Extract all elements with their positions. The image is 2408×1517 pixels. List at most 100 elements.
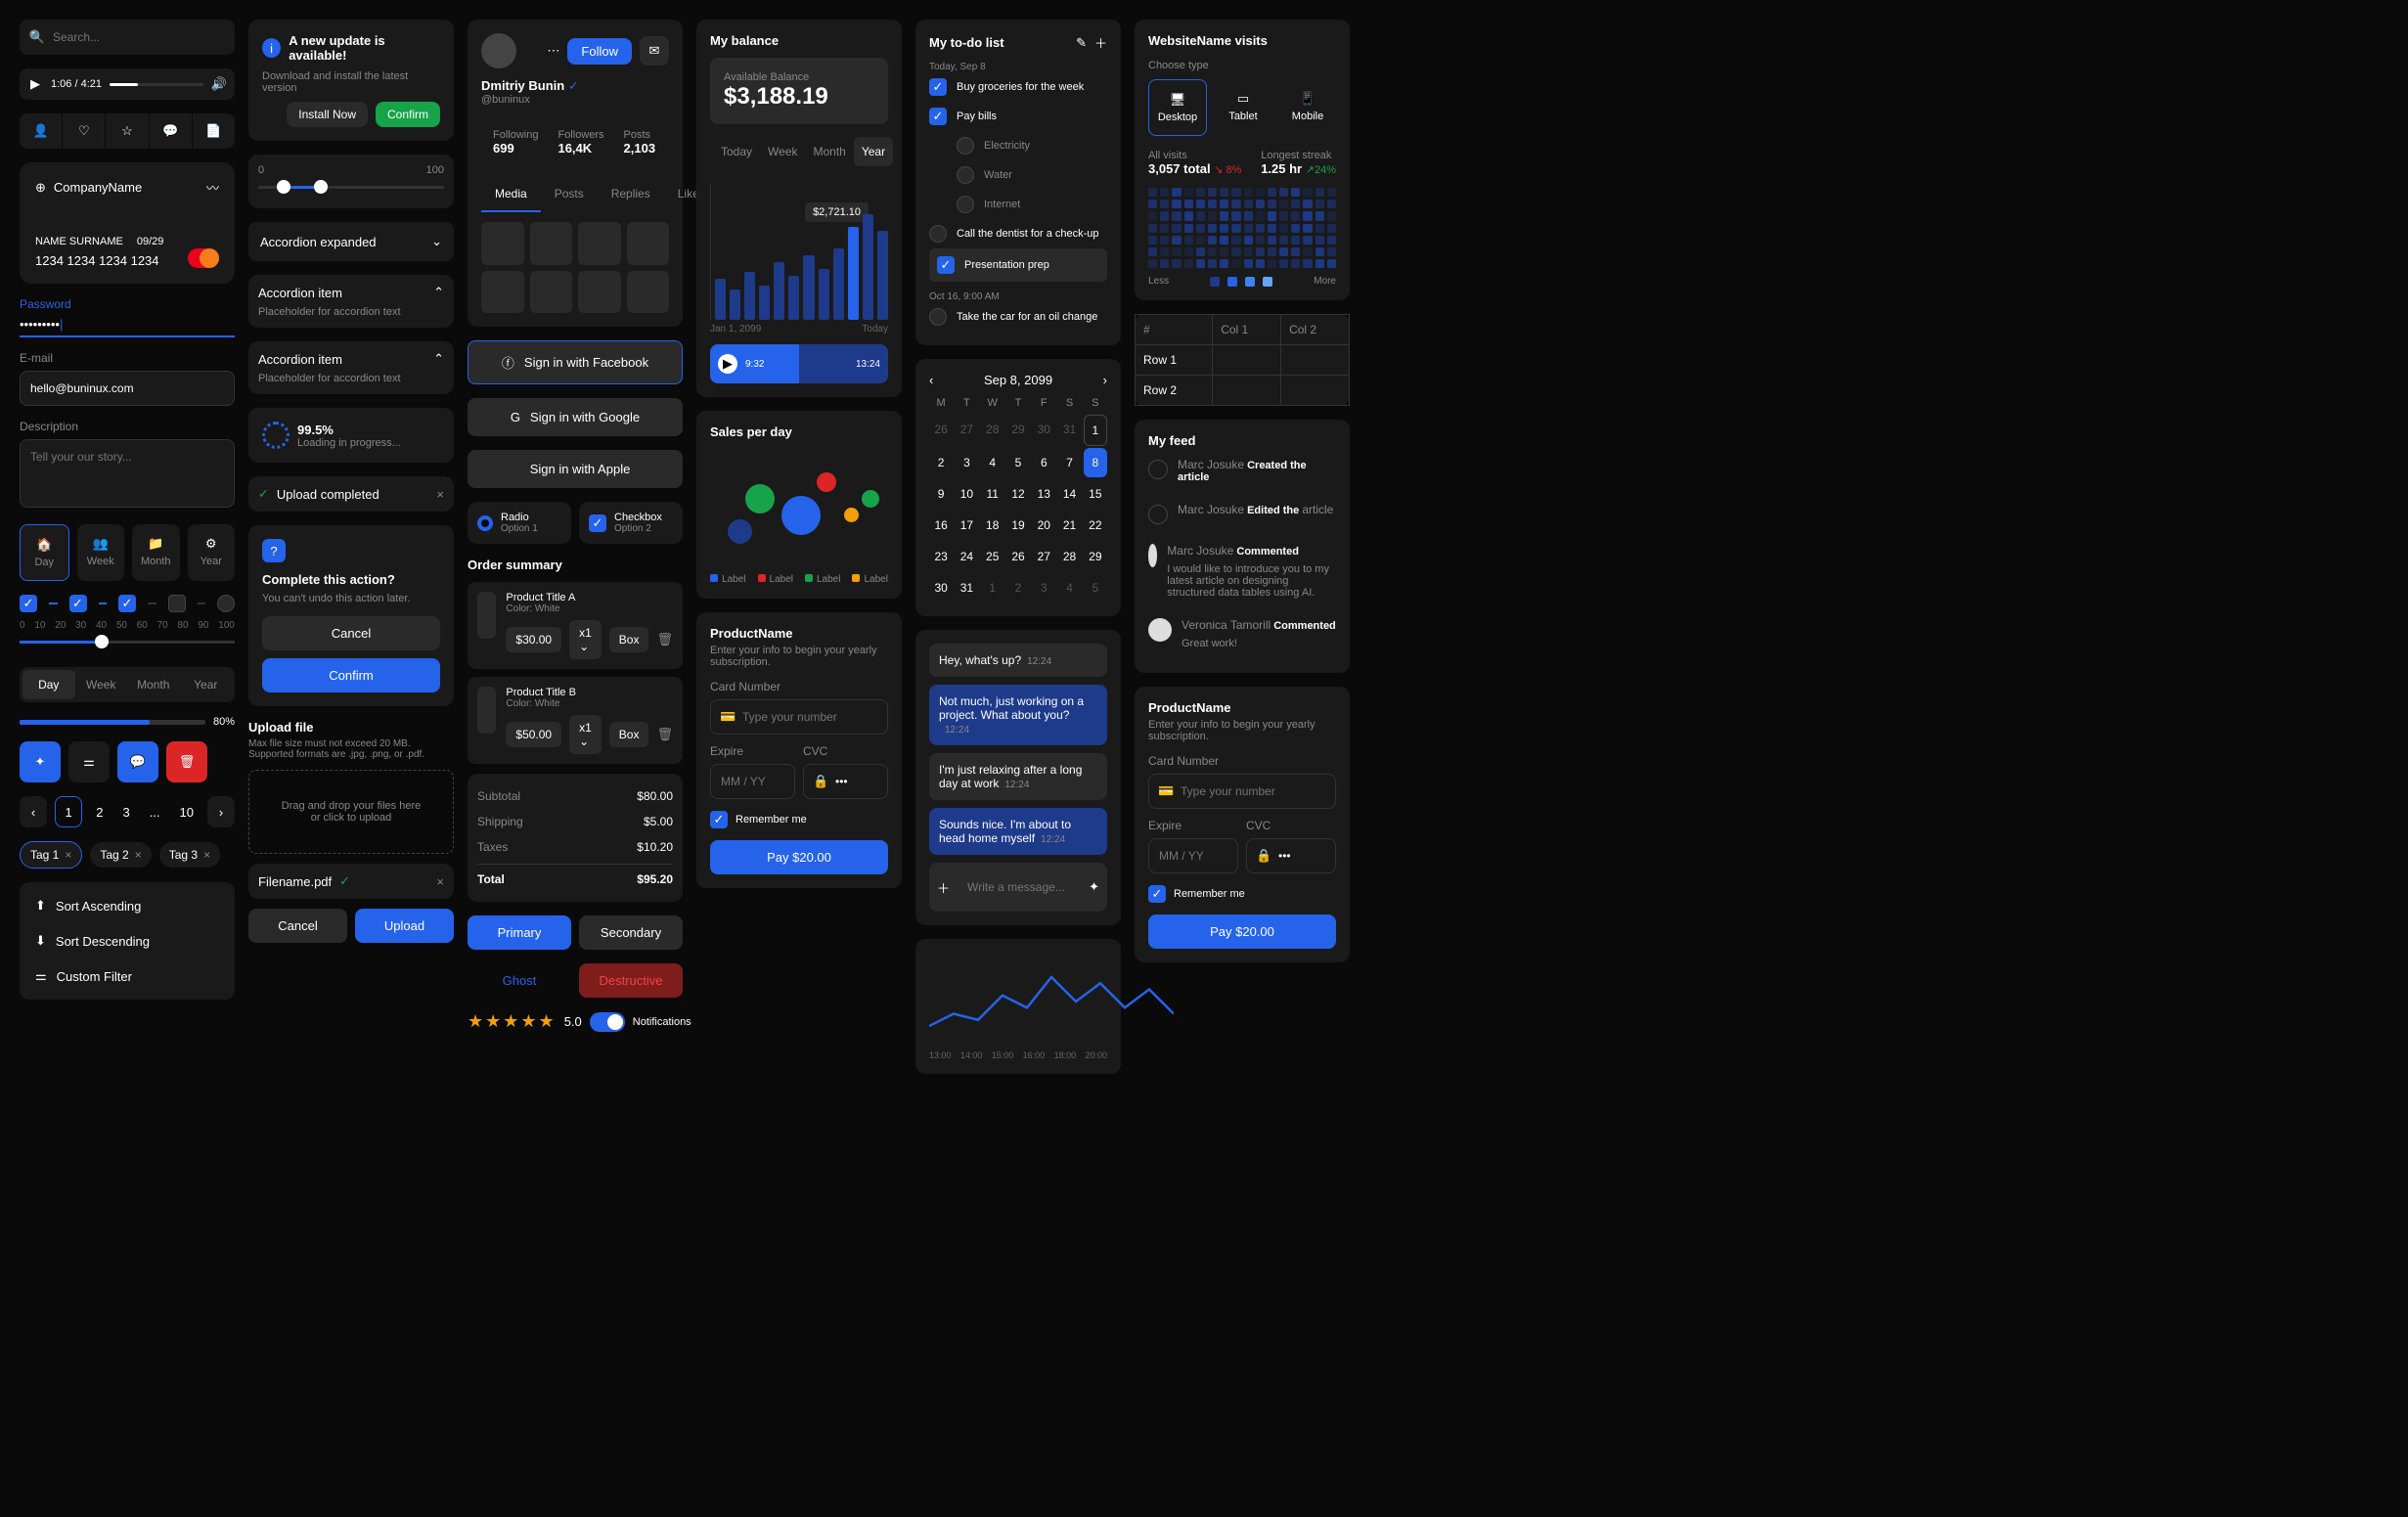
tag-2[interactable]: Tag 2× [90, 842, 151, 868]
sparkle-button[interactable]: ✦ [20, 741, 61, 782]
audio-wave[interactable]: ▶ 9:32 13:24 [710, 344, 888, 383]
card-input[interactable] [1148, 774, 1336, 809]
seg-week[interactable]: Week [75, 670, 128, 699]
qty-select[interactable]: x1 ⌄ [569, 620, 602, 659]
play-icon[interactable]: ▶ [27, 76, 43, 92]
more-icon[interactable]: ⋯ [547, 43, 559, 59]
page-10[interactable]: 10 [174, 805, 200, 820]
pay-button[interactable]: Pay $20.00 [1148, 915, 1336, 949]
message-input[interactable] [958, 870, 1081, 904]
tab-replies[interactable]: Replies [598, 177, 664, 212]
search-input[interactable] [53, 30, 225, 44]
tab-media[interactable]: Media [481, 177, 541, 212]
search-box[interactable]: 🔍 [20, 20, 235, 55]
star-rating[interactable]: ★★★★★ [468, 1011, 557, 1032]
page-1[interactable]: 1 [55, 796, 82, 827]
media-thumb[interactable] [481, 222, 524, 265]
tab-posts[interactable]: Posts [541, 177, 598, 212]
volume-icon[interactable]: 🔊 [211, 76, 227, 92]
cal-next[interactable]: › [1103, 373, 1107, 387]
mail-icon[interactable]: ✉ [640, 36, 669, 66]
close-icon[interactable]: × [203, 848, 210, 862]
tab-year[interactable]: ⚙Year [188, 524, 236, 581]
todo-check[interactable]: ✓ [929, 78, 947, 96]
pay-button[interactable]: Pay $20.00 [710, 840, 888, 874]
accordion-expanded[interactable]: Accordion expanded⌄ [248, 222, 454, 261]
page-2[interactable]: 2 [90, 805, 109, 820]
close-icon[interactable]: × [65, 848, 71, 862]
close-icon[interactable]: × [436, 874, 444, 889]
add-icon[interactable]: ＋ [1094, 33, 1107, 52]
checkbox-1[interactable]: ✓ [20, 595, 37, 612]
signin-google[interactable]: GSign in with Google [468, 398, 683, 436]
accordion-item-2[interactable]: Accordion item⌃ Placeholder for accordio… [248, 341, 454, 394]
play-icon[interactable]: ▶ [718, 354, 737, 374]
remember-checkbox[interactable]: ✓ [710, 811, 728, 828]
install-button[interactable]: Install Now [287, 102, 368, 127]
user-icon[interactable]: 👤 [20, 113, 63, 149]
next-page[interactable]: › [207, 796, 235, 827]
seg-day[interactable]: Day [22, 670, 75, 699]
tab-month[interactable]: 📁Month [132, 524, 180, 581]
secondary-button[interactable]: Secondary [579, 915, 683, 950]
radio-option[interactable]: RadioOption 1 [468, 502, 571, 544]
page-3[interactable]: 3 [116, 805, 135, 820]
upload-submit[interactable]: Upload [355, 909, 454, 943]
remember-checkbox[interactable]: ✓ [1148, 885, 1166, 903]
prev-page[interactable]: ‹ [20, 796, 47, 827]
close-icon[interactable]: × [135, 848, 142, 862]
sort-asc[interactable]: ⬆Sort Ascending [25, 888, 229, 923]
device-mobile[interactable]: 📱Mobile [1279, 79, 1336, 136]
upload-dropzone[interactable]: Drag and drop your files hereor click to… [248, 770, 454, 854]
delete-button[interactable]: 🗑 [166, 741, 207, 782]
tag-3[interactable]: Tag 3× [159, 842, 220, 868]
player-progress[interactable] [110, 83, 203, 86]
notifications-toggle[interactable] [590, 1012, 625, 1032]
seg-year[interactable]: Year [180, 670, 233, 699]
trash-icon[interactable]: 🗑 [656, 727, 673, 742]
primary-button[interactable]: Primary [468, 915, 571, 950]
chat-icon[interactable]: 💬 [150, 113, 193, 149]
expire-input[interactable] [710, 764, 795, 799]
email-input[interactable] [20, 371, 235, 406]
seg-today[interactable]: Today [713, 137, 760, 166]
checkbox-2[interactable]: ✓ [69, 595, 87, 612]
device-desktop[interactable]: 🖥Desktop [1148, 79, 1207, 136]
seg-year[interactable]: Year [854, 137, 893, 166]
tab-day[interactable]: 🏠Day [20, 524, 69, 581]
accordion-item[interactable]: Accordion item⌃ Placeholder for accordio… [248, 275, 454, 328]
edit-icon[interactable]: ✎ [1076, 35, 1087, 51]
filter-button[interactable]: ⚌ [68, 741, 110, 782]
seg-month[interactable]: Month [806, 137, 854, 166]
signin-apple[interactable]: Sign in with Apple [468, 450, 683, 488]
slider[interactable] [20, 641, 235, 644]
sparkle-icon[interactable]: ✦ [1089, 879, 1099, 895]
signin-facebook[interactable]: ⓕSign in with Facebook [468, 340, 683, 384]
description-input[interactable] [20, 439, 235, 508]
cancel-button[interactable]: Cancel [262, 616, 440, 650]
ghost-button[interactable]: Ghost [468, 963, 571, 998]
password-input[interactable]: •••••••••| [20, 317, 235, 337]
expire-input[interactable] [1148, 838, 1238, 873]
seg-month[interactable]: Month [127, 670, 180, 699]
destructive-button[interactable]: Destructive [579, 963, 683, 998]
close-icon[interactable]: × [436, 487, 444, 502]
upload-cancel[interactable]: Cancel [248, 909, 347, 943]
file-icon[interactable]: 📄 [193, 113, 235, 149]
confirm-button[interactable]: Confirm [376, 102, 440, 127]
message-button[interactable]: 💬 [117, 741, 158, 782]
trash-icon[interactable]: 🗑 [656, 632, 673, 647]
confirm-button[interactable]: Confirm [262, 658, 440, 692]
add-icon[interactable]: ＋ [937, 878, 950, 897]
seg-week[interactable]: Week [760, 137, 805, 166]
tag-1[interactable]: Tag 1× [20, 841, 82, 869]
heart-icon[interactable]: ♡ [63, 113, 106, 149]
checkbox-4[interactable] [168, 595, 186, 612]
follow-button[interactable]: Follow [567, 38, 632, 65]
cal-prev[interactable]: ‹ [929, 373, 933, 387]
checkbox-5[interactable] [217, 595, 235, 612]
star-icon[interactable]: ☆ [106, 113, 149, 149]
checkbox-3[interactable]: ✓ [118, 595, 136, 612]
checkbox-option[interactable]: ✓ CheckboxOption 2 [579, 502, 683, 544]
tab-week[interactable]: 👥Week [77, 524, 125, 581]
